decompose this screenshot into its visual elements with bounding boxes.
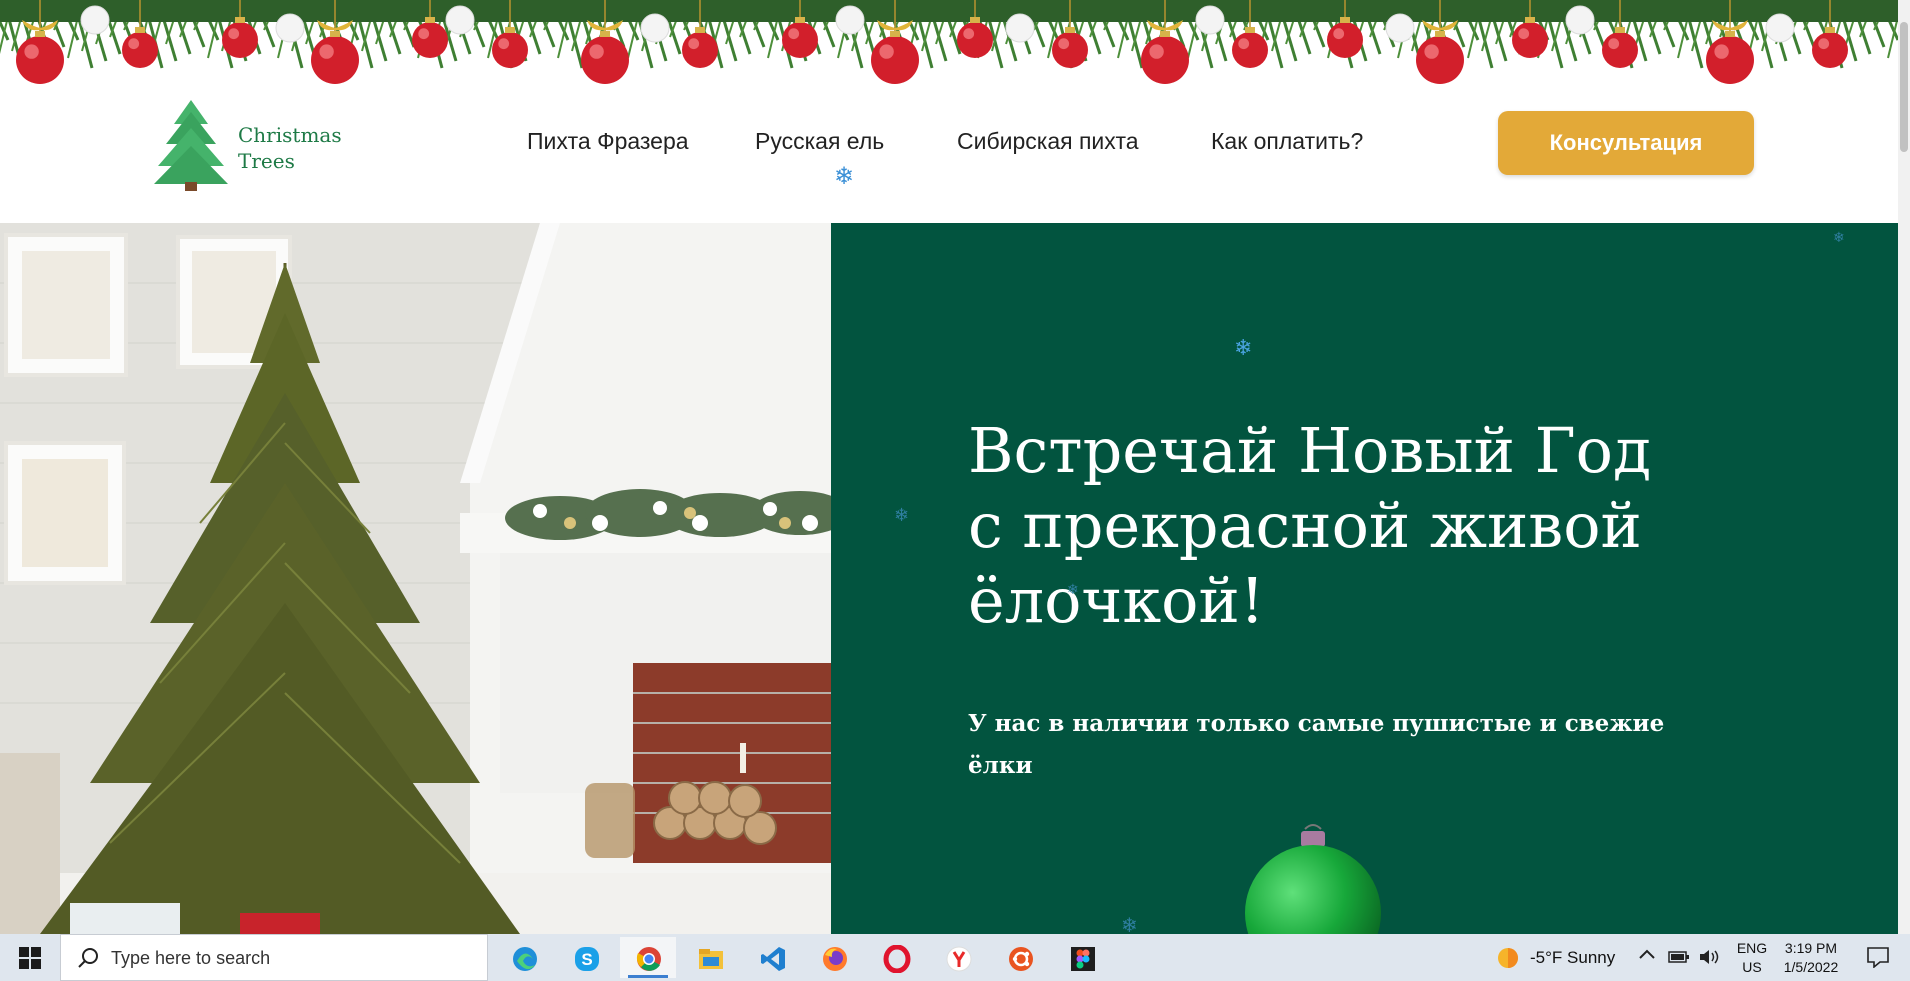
volume-icon[interactable] (1698, 948, 1720, 966)
hero-title-line2: с прекрасной живой (968, 489, 1642, 562)
hero-subtitle-line1: У нас в наличии только самые пушистые и … (968, 710, 1665, 737)
page-scrollbar[interactable] (1898, 0, 1910, 934)
hero-title: Встречай Новый Год с прекрасной живой ёл… (968, 413, 1688, 638)
search-icon (78, 948, 98, 968)
scrollbar-thumb[interactable] (1900, 22, 1908, 152)
sun-icon (1498, 948, 1518, 968)
logo-text-line2: Trees (238, 149, 295, 173)
hero-subtitle: У нас в наличии только самые пушистые и … (968, 703, 1688, 787)
skype-icon: S (575, 947, 599, 971)
consultation-button[interactable]: Консультация (1498, 111, 1754, 175)
snowflake-icon: ❄ (1234, 335, 1253, 360)
language-code: ENG (1736, 940, 1768, 956)
nav-item-how-to-pay[interactable]: Как оплатить? (1211, 128, 1363, 155)
snowflake-icon: ❄ (834, 163, 855, 190)
yandex-icon (946, 946, 972, 972)
taskbar-app-vscode[interactable] (744, 937, 800, 978)
edge-icon (513, 947, 537, 971)
snowflake-icon: ❄ (1833, 229, 1845, 245)
region-code: US (1742, 959, 1762, 975)
start-button[interactable] (0, 934, 60, 981)
taskbar-app-firefox[interactable] (806, 937, 862, 978)
hero-panel: Встречай Новый Год с прекрасной живой ёл… (831, 223, 1898, 934)
clock-time: 3:19 PM (1784, 940, 1838, 956)
christmas-tree-logo-icon (154, 100, 228, 191)
battery-icon[interactable] (1668, 948, 1690, 966)
green-ornament-icon (1245, 824, 1381, 934)
nav-item-siberian-fir[interactable]: Сибирская пихта (957, 128, 1139, 155)
chrome-icon (636, 947, 661, 971)
taskbar-app-figma[interactable] (1054, 937, 1110, 978)
hero-title-line1: Встречай Новый Год (968, 414, 1652, 487)
search-placeholder: Type here to search (111, 948, 271, 968)
chevron-up-icon[interactable] (1638, 946, 1656, 964)
ubuntu-icon (1009, 947, 1033, 971)
notification-center-icon[interactable] (1866, 946, 1890, 968)
snowflake-icon: ❄ (894, 505, 910, 525)
hero-subtitle-line2: ёлки (968, 752, 1033, 779)
nav-item-russian-spruce[interactable]: Русская ель (755, 128, 884, 155)
logo[interactable]: Christmas Trees (152, 98, 352, 193)
taskbar-app-skype[interactable]: S (558, 937, 614, 978)
taskbar-clock[interactable]: 3:19 PM 1/5/2022 (1778, 939, 1844, 977)
language-indicator[interactable]: ENG US (1734, 939, 1770, 977)
windows-logo-icon (19, 947, 41, 969)
taskbar-app-file-explorer[interactable] (682, 937, 738, 978)
firefox-icon (823, 947, 847, 971)
opera-icon (883, 945, 911, 973)
taskbar-search-input[interactable]: Type here to search (60, 934, 488, 981)
taskbar-app-chrome[interactable] (620, 937, 676, 978)
svg-text:S: S (581, 950, 592, 969)
vscode-icon (761, 947, 785, 971)
snowflake-icon: ❄ (1067, 581, 1079, 597)
taskbar-app-edge[interactable] (496, 937, 552, 978)
hero-photo-living-room (0, 223, 831, 934)
file-explorer-icon (699, 949, 723, 969)
logo-text-line1: Christmas (238, 123, 342, 147)
weather-widget[interactable]: -5°F Sunny (1490, 942, 1630, 974)
taskbar-app-ubuntu[interactable] (992, 937, 1048, 978)
figma-icon (1071, 947, 1095, 971)
hero-title-line3: ёлочкой! (968, 564, 1265, 637)
weather-text: -5°F Sunny (1530, 948, 1616, 967)
windows-taskbar: Type here to search S -5°F Sunny ENG US … (0, 934, 1910, 981)
snowflake-icon: ❄ (1121, 915, 1138, 934)
clock-date: 1/5/2022 (1783, 959, 1839, 975)
taskbar-app-yandex[interactable] (930, 937, 986, 978)
taskbar-app-opera[interactable] (868, 937, 924, 978)
nav-item-fraser-fir[interactable]: Пихта Фразера (527, 128, 689, 155)
